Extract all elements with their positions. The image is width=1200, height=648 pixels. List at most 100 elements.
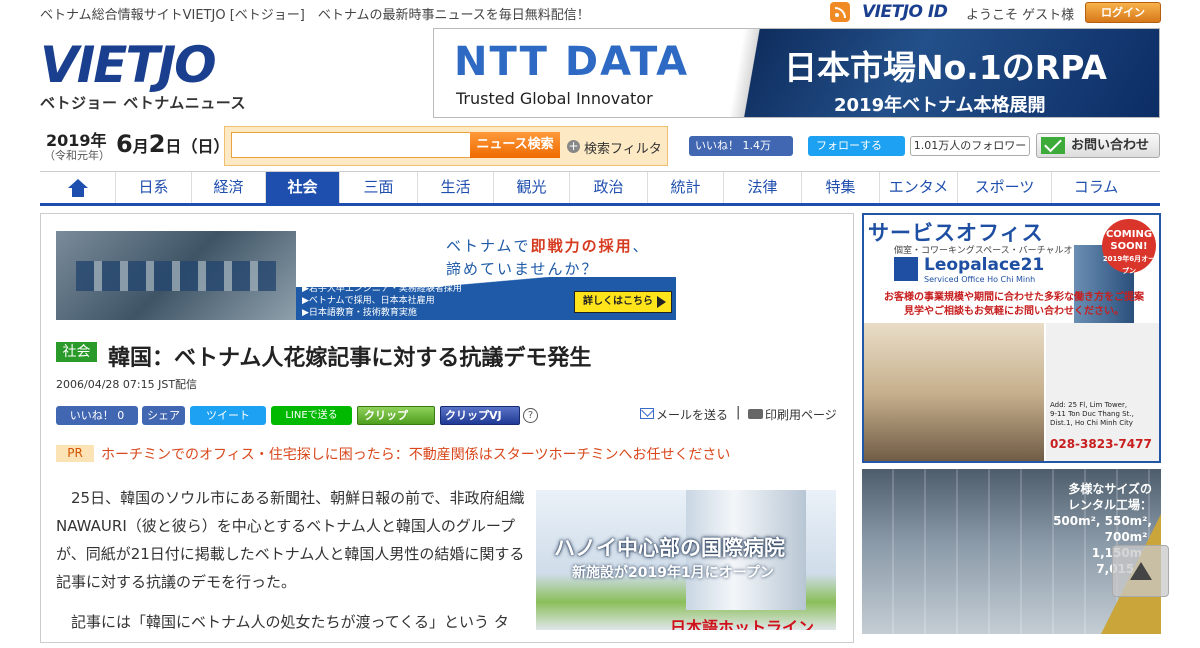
logo-subtitle: ベトジョー ベトナムニュース bbox=[40, 94, 247, 112]
contact-label: お問い合わせ bbox=[1071, 138, 1150, 153]
ad-details-button[interactable]: 詳しくはこちら bbox=[574, 291, 672, 313]
envelope-icon[interactable] bbox=[640, 408, 654, 419]
welcome-text: ようこそ ゲスト様 bbox=[966, 8, 1075, 23]
article-paragraph: 25日、韓国のソウル市にある新聞社、朝鮮日報の前で、非政府組織NAWAURI（彼… bbox=[56, 489, 525, 591]
vietjo-id-logo[interactable]: VIETJO ID bbox=[862, 2, 948, 22]
leopalace-logo-text: Leopalace21 bbox=[924, 255, 1045, 275]
separator: | bbox=[736, 405, 741, 420]
printer-icon[interactable] bbox=[748, 409, 763, 419]
line-share-button[interactable]: LINEで送る bbox=[271, 406, 352, 425]
ad-headline-2: 諦めていませんか？ bbox=[446, 260, 599, 278]
nav-item-japanese[interactable]: 日系 bbox=[116, 172, 192, 203]
ntt-data-banner[interactable]: NTT DATA Trusted Global Innovator 日本市場No… bbox=[433, 28, 1160, 118]
site-logo[interactable]: VIETJO bbox=[40, 36, 217, 94]
ad-headline-1-post: 、 bbox=[632, 237, 650, 255]
site-tagline: ベトナム総合情報サイトVIETJO [ベトジョー] ベトナムの最新時事ニュースを… bbox=[40, 8, 590, 23]
mail-icon bbox=[1041, 137, 1065, 154]
date-month: 6 bbox=[116, 130, 133, 158]
clip-button[interactable]: クリップ bbox=[357, 406, 435, 425]
date-month-unit: 月 bbox=[132, 137, 149, 156]
nav-item-sports[interactable]: スポーツ bbox=[958, 172, 1052, 203]
scroll-to-top-button[interactable] bbox=[1112, 545, 1169, 597]
nav-item-home[interactable] bbox=[40, 172, 116, 203]
hospital-ad-title: ハノイ中心部の国際病院 bbox=[554, 536, 785, 560]
leopalace-logo-icon bbox=[894, 257, 918, 281]
ad-bullets: ▶若手大卒エンジニア・実務経験者採用 ▶ベトナムで採用、日本本社雇用 ▶日本語教… bbox=[302, 283, 462, 319]
article-title: 韓国：ベトナム人花嫁記事に対する抗議デモ発生 bbox=[108, 346, 592, 371]
ad-text-area: ベトナムで即戦力の採用、 諦めていませんか？ ▶若手大卒エンジニア・実務経験者採… bbox=[296, 231, 676, 320]
facebook-share-button[interactable]: シェア bbox=[142, 406, 185, 425]
date-day: 2 bbox=[148, 130, 166, 158]
send-mail-link[interactable]: メールを送る bbox=[656, 406, 728, 423]
leopalace-logo-subtext: Serviced Office Ho Chi Minh bbox=[924, 275, 1036, 284]
office-address: Add: 25 Fl, Lim Tower, 9-11 Ton Duc Than… bbox=[1050, 401, 1134, 428]
article-paragraph: 記事には「韓国にベトナム人の処女たちが渡ってくる」という タ bbox=[71, 613, 509, 631]
recruit-ad-banner[interactable]: ベトナムで即戦力の採用、 諦めていませんか？ ▶若手大卒エンジニア・実務経験者採… bbox=[56, 231, 676, 320]
hospital-ad-hotline: 日本語ホットライン bbox=[670, 618, 815, 630]
category-badge[interactable]: 社会 bbox=[56, 342, 97, 362]
nav-item-economy[interactable]: 経済 bbox=[192, 172, 266, 203]
ad-photo bbox=[56, 231, 296, 320]
print-page-link[interactable]: 印刷用ページ bbox=[765, 406, 837, 423]
factory-ad-line: 多様なサイズの bbox=[1068, 482, 1152, 496]
plus-icon[interactable]: + bbox=[567, 140, 580, 153]
date-weekday: （日） bbox=[181, 137, 230, 156]
contact-button[interactable]: お問い合わせ bbox=[1036, 133, 1160, 158]
nav-item-life[interactable]: 生活 bbox=[418, 172, 494, 203]
ad-headline-1-pre: ベトナムで bbox=[446, 237, 531, 255]
search-filter-link[interactable]: 検索フィルタ bbox=[584, 138, 662, 157]
address-line: Dist.1, Ho Chi Minh City bbox=[1050, 419, 1133, 427]
ntt-subline: 2019年ベトナム本格展開 bbox=[834, 95, 1046, 116]
coming-soon-text: COMING SOON! bbox=[1105, 229, 1153, 252]
address-line: Add: 25 Fl, Lim Tower, bbox=[1050, 401, 1128, 409]
nav-item-incidents[interactable]: 三面 bbox=[340, 172, 418, 203]
main-nav: 日系 経済 社会 三面 生活 観光 政治 統計 法律 特集 エンタメ スポーツ … bbox=[40, 171, 1160, 206]
rss-icon[interactable] bbox=[830, 2, 850, 22]
ad-bullet: ▶若手大卒エンジニア・実務経験者採用 bbox=[302, 284, 462, 294]
ntt-tagline: Trusted Global Innovator bbox=[456, 89, 653, 108]
coming-soon-badge: COMING SOON! 2019年6月オープン bbox=[1102, 219, 1156, 275]
logo-accent-text: JO bbox=[157, 36, 217, 94]
nav-item-features[interactable]: 特集 bbox=[802, 172, 880, 203]
nav-item-law[interactable]: 法律 bbox=[724, 172, 802, 203]
twitter-follower-count: 1.01万人のフォロワー bbox=[910, 136, 1030, 156]
ad-headline-1: ベトナムで即戦力の採用、 bbox=[446, 235, 650, 256]
facebook-like-article-button[interactable]: いいね！ 0 bbox=[56, 406, 138, 425]
ad-headline-1-highlight: 即戦力の採用 bbox=[530, 237, 633, 255]
logo-main-text: VIET bbox=[40, 36, 160, 94]
ad-bullet: ▶ベトナムで採用、日本本社雇用 bbox=[302, 296, 435, 306]
clip-vj-button[interactable]: クリップVJ bbox=[440, 406, 520, 425]
ntt-brand: NTT DATA bbox=[454, 39, 690, 85]
pr-link[interactable]: ホーチミンでのオフィス・住宅探しに困ったら：不動産関係はスターツホーチミンへお任… bbox=[101, 444, 730, 464]
pr-badge: PR bbox=[56, 445, 94, 462]
help-icon[interactable]: ? bbox=[523, 408, 538, 423]
search-input[interactable] bbox=[231, 132, 471, 158]
nav-item-tourism[interactable]: 観光 bbox=[494, 172, 570, 203]
nav-item-statistics[interactable]: 統計 bbox=[648, 172, 724, 203]
login-button[interactable]: ログイン bbox=[1085, 2, 1161, 23]
date-display: 6月2日（日） bbox=[116, 130, 229, 158]
service-office-copy-line: お客様の事業規模や期間に合わせた多彩な働き方をご提案 bbox=[884, 292, 1144, 303]
nav-item-politics[interactable]: 政治 bbox=[570, 172, 648, 203]
ntt-banner-right: 日本市場No.1のRPA 2019年ベトナム本格展開 bbox=[714, 29, 1159, 117]
twitter-follow-button[interactable]: フォローする bbox=[808, 136, 905, 156]
nav-item-society[interactable]: 社会 bbox=[266, 172, 340, 203]
date-day-unit: 日 bbox=[165, 137, 182, 156]
office-interior-image bbox=[864, 323, 1044, 461]
facebook-like-button[interactable]: いいね！ 1.4万 bbox=[689, 136, 793, 156]
service-office-copy-line: 見学やご相談もお気軽にお問い合わせください。 bbox=[904, 306, 1124, 317]
service-office-ad[interactable]: サービスオフィス 個室・コワーキングスペース・バーチャルオフィス COMING … bbox=[862, 213, 1161, 463]
nav-item-entertainment[interactable]: エンタメ bbox=[880, 172, 958, 203]
news-search-button[interactable]: ニュース検索 bbox=[470, 132, 560, 158]
date-era: （令和元年） bbox=[44, 149, 110, 162]
article-body: 25日、韓国のソウル市にある新聞社、朝鮮日報の前で、非政府組織NAWAURI（彼… bbox=[56, 484, 526, 648]
ntt-headline: 日本市場No.1のRPA bbox=[784, 48, 1107, 87]
nav-item-column[interactable]: コラム bbox=[1052, 172, 1140, 203]
article-date: 2006/04/28 07:15 JST配信 bbox=[56, 378, 198, 391]
office-phone: 028-3823-7477 bbox=[1050, 437, 1152, 451]
home-icon bbox=[67, 178, 88, 197]
service-office-copy: お客様の事業規模や期間に合わせた多彩な働き方をご提案 見学やご相談もお気軽にお問い… bbox=[874, 291, 1154, 319]
tweet-button[interactable]: ツイート bbox=[190, 406, 266, 425]
hospital-ad[interactable]: ハノイ中心部の国際病院 新施設が2019年1月にオープン 日本語ホットライン bbox=[536, 490, 836, 630]
factory-ad-line: レンタル工場： bbox=[1067, 498, 1152, 512]
